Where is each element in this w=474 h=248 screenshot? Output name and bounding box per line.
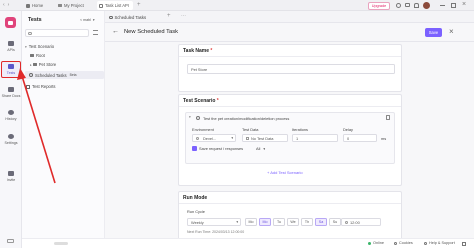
column-test-data: Test Data xyxy=(242,127,259,132)
more-icon[interactable]: ⋯ xyxy=(181,13,186,20)
close-icon[interactable]: × xyxy=(449,27,454,36)
chevron-down-icon: ▾ xyxy=(231,136,233,140)
back-icon[interactable]: ← xyxy=(112,28,119,35)
help-support-button[interactable]: Help & Support xyxy=(424,241,455,245)
help-icon xyxy=(424,241,427,245)
iterations-input[interactable]: 1 xyxy=(292,134,338,142)
environment-select[interactable]: Devel... ▾ xyxy=(192,134,236,142)
day-button[interactable]: We xyxy=(287,218,299,226)
tab-scheduled-tasks[interactable]: Scheduled Tasks xyxy=(109,13,167,22)
delay-input[interactable]: 0 xyxy=(343,134,377,142)
main-tab-bar: Scheduled Tasks + ⋯ xyxy=(105,11,474,23)
delay-unit: ms xyxy=(381,135,387,141)
save-request-checkbox[interactable] xyxy=(192,146,197,151)
cookies-button[interactable]: Cookies xyxy=(394,241,413,245)
status-bar: Online Cookies Help & Support xyxy=(22,238,474,248)
tab-scheduled-tasks-label: Scheduled Tasks xyxy=(114,15,147,20)
delete-icon[interactable] xyxy=(386,115,390,120)
cookie-icon xyxy=(394,241,397,245)
scenario-item-label: Test the pet creation/modification/delet… xyxy=(203,115,290,121)
day-button[interactable]: Mo xyxy=(245,218,257,226)
save-label: Save xyxy=(428,30,439,35)
test-scenario-title: Test Scenario * xyxy=(183,98,219,104)
scenario-icon xyxy=(196,116,200,120)
save-request-select[interactable]: All ▾ xyxy=(256,146,265,151)
online-status[interactable]: Online xyxy=(368,241,384,245)
day-button[interactable]: Tu xyxy=(273,218,285,226)
column-iterations: Iterations xyxy=(292,127,309,132)
collapse-icon[interactable]: ▾ xyxy=(189,115,191,119)
save-button[interactable]: Save xyxy=(425,28,442,37)
layout-icon[interactable] xyxy=(462,241,466,246)
environment-icon xyxy=(196,136,199,140)
task-name-input[interactable]: Pet Store xyxy=(187,64,395,74)
test-scenario-section: Test Scenario * ▾ Test the pet creation/… xyxy=(178,94,402,186)
section-divider xyxy=(179,56,401,57)
day-button[interactable]: Mo xyxy=(259,218,271,226)
scenario-card: ▾ Test the pet creation/modification/del… xyxy=(185,112,395,164)
task-name-section: Task Name * Pet Store xyxy=(178,44,402,92)
next-run-time: Next Run Time: 2024/03/13 12:00:00 xyxy=(187,230,245,234)
clock-icon xyxy=(109,15,113,20)
chevron-down-icon: ▾ xyxy=(263,147,266,151)
new-tab-button[interactable]: + xyxy=(167,13,171,20)
task-name-title: Task Name * xyxy=(183,48,213,54)
header-divider xyxy=(105,41,474,42)
save-request-label: Save request / responses xyxy=(199,146,244,151)
add-test-scenario-link[interactable]: + Add Test Scenario xyxy=(267,170,303,175)
day-picker: Mo Mo Tu We Th Sa Su xyxy=(245,218,345,226)
day-button[interactable]: Th xyxy=(301,218,313,226)
section-divider xyxy=(179,106,401,107)
column-environment: Environment xyxy=(192,127,214,132)
test-data-select[interactable]: No Test Data xyxy=(242,134,288,142)
chevron-down-icon: ▾ xyxy=(236,220,238,224)
clock-icon xyxy=(345,220,348,224)
run-cycle-select[interactable]: Weekly ▾ xyxy=(187,218,241,226)
run-cycle-label: Run Cycle xyxy=(187,209,205,214)
day-button[interactable]: Su xyxy=(329,218,341,226)
page-title: New Scheduled Task xyxy=(124,29,179,35)
day-button[interactable]: Sa xyxy=(315,218,327,226)
run-mode-title: Run Mode xyxy=(183,195,208,201)
online-icon xyxy=(368,241,371,245)
status-left-icon[interactable] xyxy=(54,242,68,245)
data-icon xyxy=(246,136,249,140)
run-time-input[interactable]: 12:00 xyxy=(341,218,381,226)
section-divider xyxy=(179,203,401,204)
column-delay: Delay xyxy=(343,127,353,132)
